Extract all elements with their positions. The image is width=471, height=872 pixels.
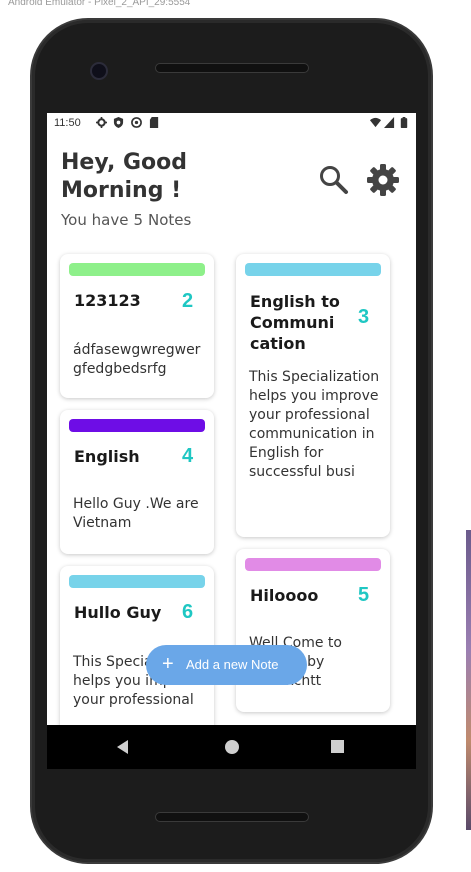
note-body: This Specialization helps you improve yo… xyxy=(249,369,380,480)
notes-count-text: You have 5 Notes xyxy=(61,211,196,229)
signal-icon xyxy=(384,117,395,128)
note-body: Hello Guy .We are Vietnam xyxy=(73,496,199,531)
note-number: 6 xyxy=(182,601,194,623)
note-number: 5 xyxy=(358,584,370,606)
home-icon[interactable] xyxy=(225,740,239,754)
bottom-speaker xyxy=(155,812,309,822)
back-icon[interactable] xyxy=(117,740,128,754)
note-title: English to Communi cation xyxy=(250,292,340,353)
note-number: 4 xyxy=(182,445,194,467)
emulator-window-title: Android Emulator - Pixel_2_API_29:5554 xyxy=(8,0,191,8)
camera-icon xyxy=(90,62,108,80)
top-speaker xyxy=(155,63,309,73)
plus-icon: + xyxy=(162,653,174,675)
greeting-title: Hey, Good Morning ! xyxy=(61,150,188,203)
note-number: 2 xyxy=(182,290,194,312)
wifi-icon xyxy=(370,117,381,128)
note-title: Hullo Guy xyxy=(74,603,162,622)
notes-count-prefix: You have xyxy=(61,211,129,229)
shield-icon xyxy=(113,117,124,128)
settings-gear-icon[interactable] xyxy=(365,162,401,198)
note-title: 123123 xyxy=(74,291,141,310)
note-color-bar xyxy=(245,263,381,276)
status-bar: 11:50 xyxy=(47,113,416,135)
note-color-bar xyxy=(69,575,205,588)
note-card[interactable]: Hiloooo 5 Well Come to my App by Namixch… xyxy=(236,549,390,712)
note-card[interactable]: English to Communi cation 3 This Special… xyxy=(236,254,390,537)
note-number: 3 xyxy=(358,306,370,328)
note-color-bar xyxy=(69,263,205,276)
note-color-bar xyxy=(245,558,381,571)
sim-card-icon xyxy=(149,117,159,128)
recent-apps-icon[interactable] xyxy=(331,740,344,753)
note-card[interactable]: English 4 Hello Guy .We are Vietnam xyxy=(60,410,214,554)
app-screen: 11:50 Hey, Good Morning ! You have 5 Not… xyxy=(47,113,416,725)
note-body: ádfasewgwregwer gfedgbedsrfg xyxy=(73,342,201,377)
status-time: 11:50 xyxy=(54,117,81,129)
note-title: Hiloooo xyxy=(250,586,319,605)
battery-icon xyxy=(400,117,408,128)
note-title: English xyxy=(74,447,140,466)
system-nav-bar xyxy=(47,725,416,769)
note-color-bar xyxy=(69,419,205,432)
add-note-label: Add a new Note xyxy=(186,657,279,672)
notes-count-suffix: Notes xyxy=(147,211,192,229)
search-icon[interactable] xyxy=(317,163,351,197)
sync-icon xyxy=(131,117,142,128)
gear-icon xyxy=(96,117,107,128)
notes-count-value: 5 xyxy=(133,211,143,229)
background-strip xyxy=(466,530,471,830)
add-note-button[interactable]: + Add a new Note xyxy=(146,645,307,685)
note-card[interactable]: 123123 2 ádfasewgwregwer gfedgbedsrfg xyxy=(60,254,214,398)
